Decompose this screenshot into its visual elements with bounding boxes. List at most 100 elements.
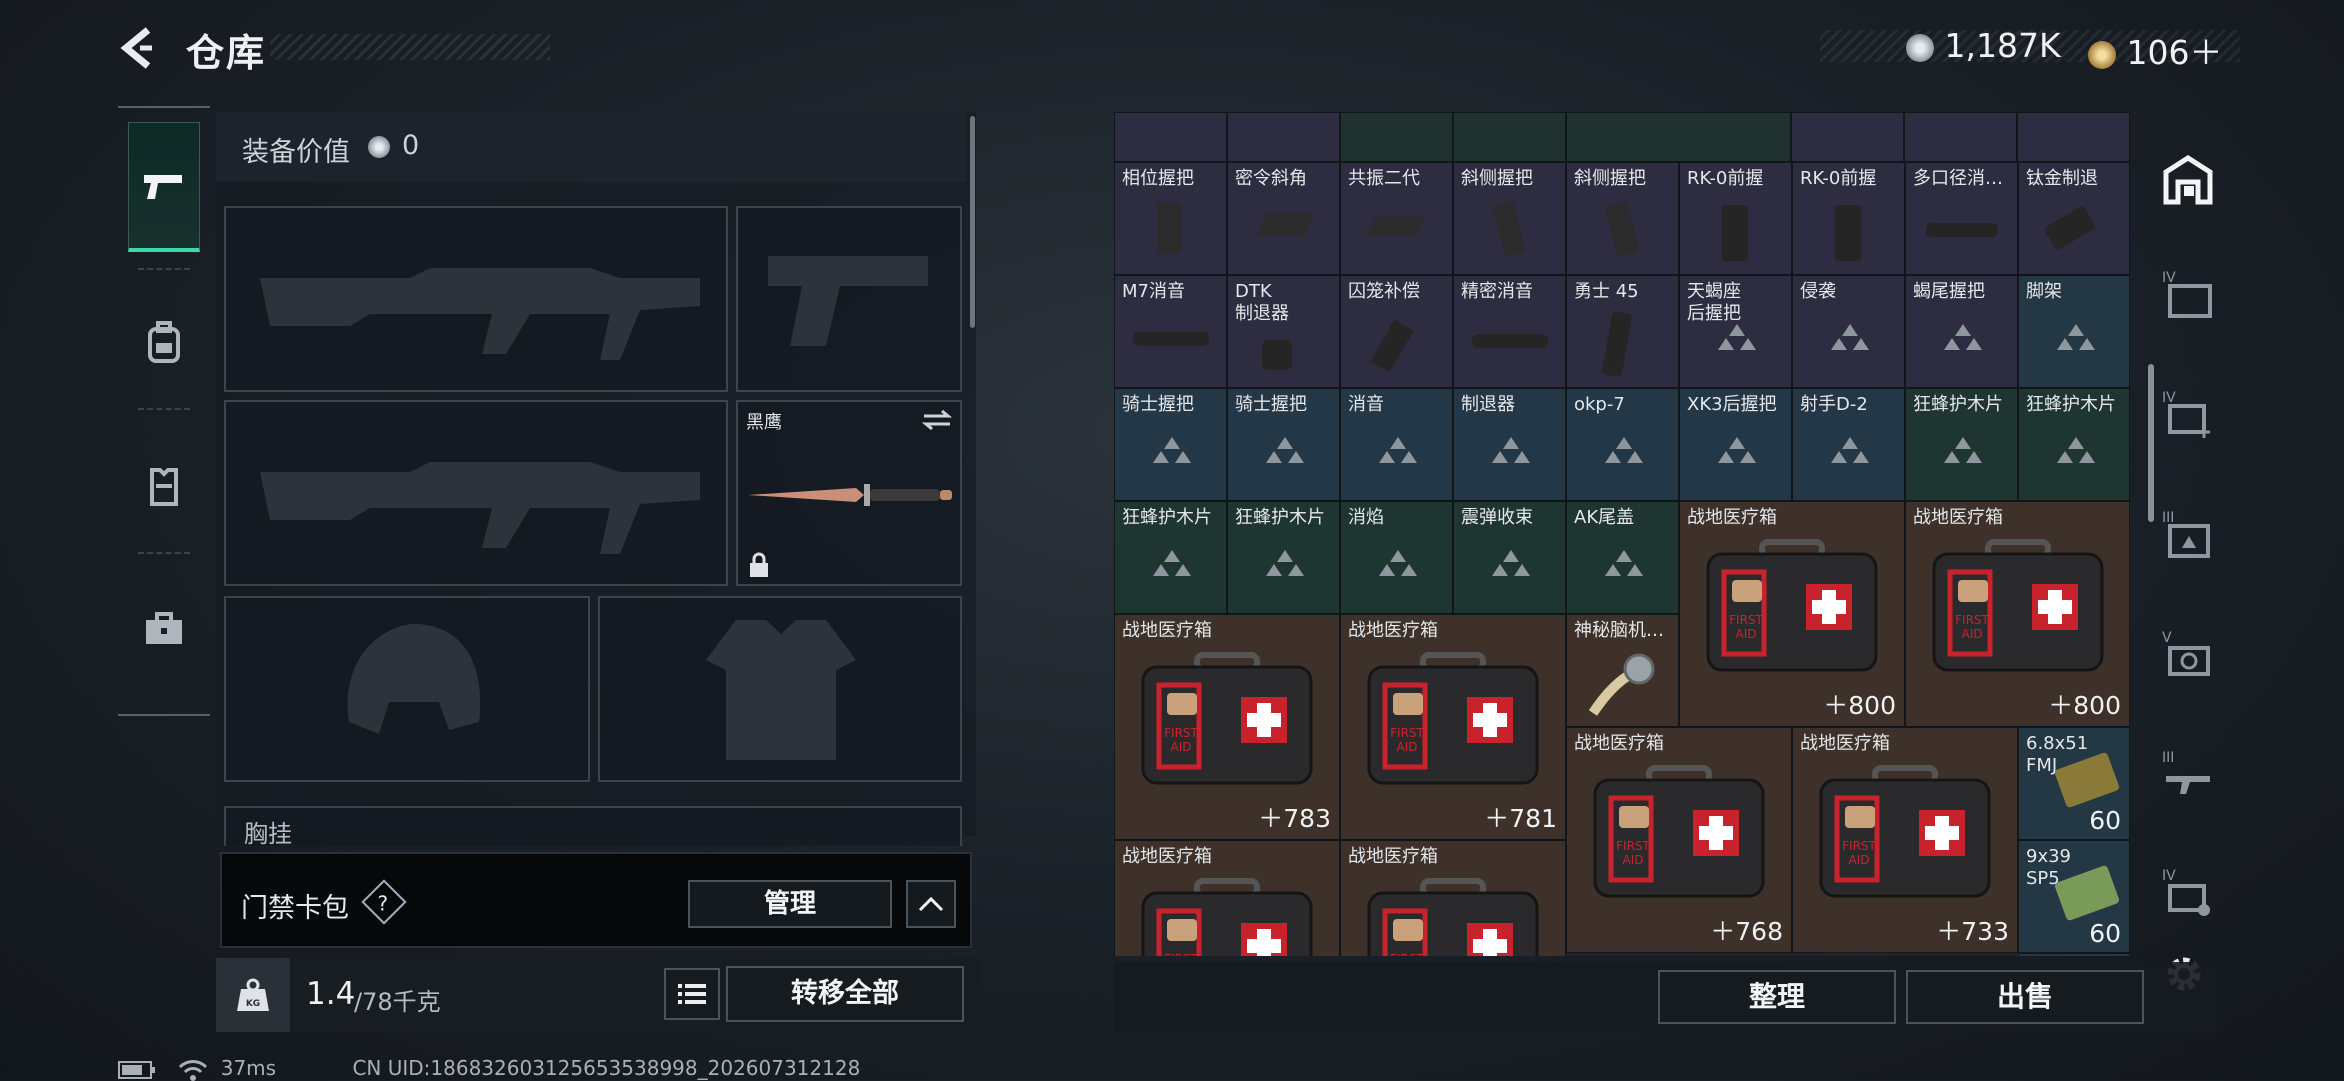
item-cell[interactable]: XK3后握把 <box>1679 388 1792 501</box>
svg-text:AID: AID <box>1171 740 1192 754</box>
grid-cell[interactable] <box>1227 112 1340 162</box>
item-name: 战地医疗箱 <box>1348 846 1438 867</box>
secondary-weapon-slot[interactable] <box>736 206 962 392</box>
item-cell[interactable]: RK-0前握 <box>1679 162 1792 275</box>
tab-container-2[interactable]: IV <box>2160 386 2216 442</box>
item-cell[interactable]: okp-7 <box>1566 388 1679 501</box>
item-cell[interactable]: 蝎尾握把 <box>1905 275 2018 388</box>
sell-button[interactable]: 出售 <box>1906 970 2144 1024</box>
swap-icon[interactable] <box>922 410 952 430</box>
svg-text:FIRST: FIRST <box>1164 726 1198 740</box>
grid-cell[interactable] <box>2018 953 2130 956</box>
grid-cell[interactable] <box>1904 112 2017 162</box>
inventory-action-bar: 整理 出售 <box>1114 962 2222 1032</box>
manage-button[interactable]: 管理 <box>688 880 892 928</box>
med-kit-cell[interactable]: 战地医疗箱 ＋800 FIRST AID <box>1905 501 2130 727</box>
ammo-cell[interactable]: 6.8x51 FMJ 60 <box>2018 727 2130 840</box>
item-cell[interactable]: 狂蜂护木片 <box>1905 388 2018 501</box>
item-cell[interactable]: M7消音 <box>1114 275 1227 388</box>
tab-case[interactable] <box>128 564 200 694</box>
grip-icon <box>1257 213 1315 235</box>
sort-button[interactable]: 整理 <box>1658 970 1896 1024</box>
melee-slot[interactable]: 黑鹰 <box>736 400 962 586</box>
rarity-triangle-icon <box>2057 324 2095 350</box>
item-cell[interactable]: 密令斜角 <box>1227 162 1340 275</box>
gold-coin-icon <box>2088 40 2116 69</box>
item-cell[interactable]: 多口径消… <box>1905 162 2018 275</box>
rarity-triangle-icon <box>1718 437 1756 463</box>
item-cell[interactable]: 天蝎座 后握把 <box>1679 275 1792 388</box>
back-arrow-icon[interactable] <box>112 22 164 74</box>
grid-cell[interactable] <box>1340 112 1453 162</box>
transfer-all-button[interactable]: 转移全部 <box>726 966 964 1022</box>
parts-icon: III <box>2162 510 2210 558</box>
item-cell[interactable]: 相位握把 <box>1114 162 1227 275</box>
equipment-scrollbar[interactable] <box>970 116 975 328</box>
med-kit-cell[interactable]: 战地医疗箱 ＋781 FIRST AID <box>1340 614 1566 840</box>
silver-coin-icon <box>368 136 390 158</box>
tab-container-5[interactable]: III <box>2160 746 2216 802</box>
grid-cell[interactable] <box>1791 112 1904 162</box>
item-cell[interactable]: 制退器 <box>1453 388 1566 501</box>
item-cell[interactable]: AK尾盖 <box>1566 501 1679 614</box>
currency-gold[interactable]: 106＋ <box>2088 26 2223 74</box>
primary-weapon-slot-1[interactable] <box>224 206 728 392</box>
grid-cell[interactable] <box>2017 112 2130 162</box>
tab-backpack[interactable] <box>128 278 200 408</box>
tab-container-1[interactable]: IV <box>2160 266 2216 322</box>
item-cell[interactable]: 骑士握把 <box>1227 388 1340 501</box>
item-cell[interactable]: 钛金制退 <box>2018 162 2130 275</box>
item-cell[interactable]: 神秘脑机… <box>1566 614 1679 727</box>
item-cell[interactable]: 侵袭 <box>1792 275 1905 388</box>
primary-weapon-slot-2[interactable] <box>224 400 728 586</box>
item-name: 狂蜂护木片 <box>1122 507 1212 528</box>
item-name: 战地医疗箱 <box>1574 733 1664 754</box>
item-cell[interactable]: 共振二代 <box>1340 162 1453 275</box>
item-cell[interactable]: 狂蜂护木片 <box>1114 501 1227 614</box>
item-name: 共振二代 <box>1348 168 1420 189</box>
item-cell[interactable]: 精密消音 <box>1453 275 1566 388</box>
armor-slot[interactable] <box>598 596 962 782</box>
item-cell[interactable]: 狂蜂护木片 <box>1227 501 1340 614</box>
keycard-pack-label: 门禁卡包 <box>241 893 349 924</box>
chest-rig-label: 胸挂 <box>244 820 292 848</box>
grid-cell[interactable] <box>1453 112 1566 162</box>
lock-icon <box>750 552 768 577</box>
grid-cell[interactable] <box>1566 112 1791 162</box>
expand-button[interactable] <box>906 880 956 928</box>
item-cell[interactable]: 斜侧握把 <box>1566 162 1679 275</box>
med-kit-cell[interactable]: 战地医疗箱 ＋768 FIRST AID <box>1566 727 1792 953</box>
item-cell[interactable]: 骑士握把 <box>1114 388 1227 501</box>
grid-cell[interactable] <box>1114 112 1227 162</box>
list-view-button[interactable] <box>664 968 720 1020</box>
item-cell[interactable]: 震弹收束 <box>1453 501 1566 614</box>
tab-warehouse[interactable] <box>2160 152 2216 208</box>
med-kit-cell[interactable]: 战地医疗箱 ＋783 FIRST AID <box>1114 614 1340 840</box>
helmet-slot[interactable] <box>224 596 590 782</box>
item-cell[interactable]: 斜侧握把 <box>1453 162 1566 275</box>
item-cell[interactable]: 射手D-2 <box>1792 388 1905 501</box>
item-cell[interactable]: 消音 <box>1340 388 1453 501</box>
vest-icon <box>150 468 178 506</box>
med-kit-cell[interactable]: 战地医疗箱 FIRSTAID <box>1340 840 1566 956</box>
item-cell[interactable]: 囚笼补偿 <box>1340 275 1453 388</box>
tab-container-3[interactable]: III <box>2160 506 2216 562</box>
item-cell[interactable]: 勇士 45 <box>1566 275 1679 388</box>
item-cell[interactable]: DTK 制退器 <box>1227 275 1340 388</box>
item-cell[interactable]: 狂蜂护木片 <box>2018 388 2130 501</box>
med-kit-cell[interactable]: 战地医疗箱 ＋733 FIRST AID <box>1792 727 2018 953</box>
tab-vest[interactable] <box>128 422 200 552</box>
item-cell[interactable]: 消焰 <box>1340 501 1453 614</box>
item-name: 战地医疗箱 <box>1913 507 2003 528</box>
tab-weapons[interactable] <box>128 122 200 252</box>
tab-container-6[interactable]: IV <box>2160 864 2216 920</box>
med-kit-cell[interactable]: 战地医疗箱 ＋800 FIRST AID <box>1679 501 1905 727</box>
med-kit-cell[interactable]: 战地医疗箱 FIRSTAID <box>1114 840 1340 956</box>
uid-text: CN UID:186832603125653538998_20260731212… <box>352 1056 861 1080</box>
tab-container-4[interactable]: V <box>2160 626 2216 682</box>
item-cell[interactable]: RK-0前握 <box>1792 162 1905 275</box>
chest-rig-slot[interactable]: 胸挂 <box>224 806 962 848</box>
item-cell[interactable]: 脚架 <box>2018 275 2130 388</box>
ammo-cell[interactable]: 9x39 SP5 60 <box>2018 840 2130 953</box>
backpack-icon <box>148 321 180 363</box>
